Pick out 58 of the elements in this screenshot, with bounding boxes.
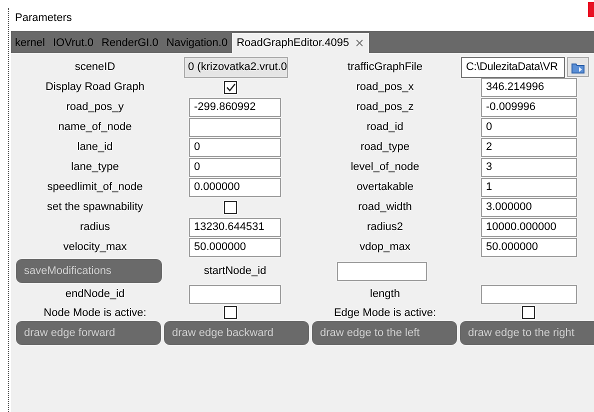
field-label: Node Mode is active: xyxy=(42,306,148,318)
input-field[interactable]: 3.000000 xyxy=(481,198,577,216)
input-field[interactable]: -0.009996 xyxy=(481,98,577,116)
input-field[interactable] xyxy=(189,284,281,304)
close-tab-icon[interactable]: × xyxy=(355,36,364,50)
field-label: road_id xyxy=(366,121,404,133)
folder-icon xyxy=(570,60,586,74)
field-label: lane_id xyxy=(76,141,114,153)
input-field[interactable]: 3 xyxy=(481,158,577,176)
field-label: road_width xyxy=(357,201,413,213)
dropdown[interactable]: 0 (krizovatka2.vrut.0 xyxy=(184,56,288,78)
field-label: length xyxy=(369,288,401,300)
field-label: road_pos_z xyxy=(355,101,415,113)
input-field[interactable] xyxy=(337,262,427,281)
tab[interactable]: RoadGraphEditor.4095 × xyxy=(232,33,369,53)
field-label: velocity_max xyxy=(62,241,128,253)
checkbox[interactable] xyxy=(224,200,237,214)
field-label: radius2 xyxy=(366,221,404,233)
input-field[interactable]: 0 xyxy=(481,118,577,136)
field-label: road_type xyxy=(360,141,410,153)
input-field[interactable]: 50.000000 xyxy=(481,238,577,256)
field-label: overtakable xyxy=(356,181,414,193)
tab[interactable]: IOVrut.0 xyxy=(48,33,98,53)
input-field[interactable]: 10000.000000 xyxy=(481,218,577,236)
field-label: name_of_node xyxy=(57,121,133,133)
field-label: sceneID xyxy=(74,61,116,73)
input-field[interactable]: 0 xyxy=(189,138,281,156)
input-field[interactable] xyxy=(189,118,281,136)
checkbox[interactable] xyxy=(224,80,237,94)
field-label: road_pos_y xyxy=(65,101,125,113)
field-label: lane_type xyxy=(70,161,120,173)
input-field[interactable] xyxy=(481,284,577,304)
input-field[interactable]: 1 xyxy=(481,178,577,196)
input-field[interactable]: 50.000000 xyxy=(189,238,281,256)
tab[interactable]: Navigation.0 xyxy=(162,33,232,53)
input-field[interactable]: 13230.644531 xyxy=(189,218,281,236)
field-label: road_pos_x xyxy=(355,81,415,93)
input-field[interactable]: 2 xyxy=(481,138,577,156)
input-field[interactable]: -299.860992 xyxy=(189,98,281,116)
field-label: startNode_id xyxy=(202,265,268,277)
input-field[interactable]: 0.000000 xyxy=(189,178,281,196)
tab[interactable]: RenderGI.0 xyxy=(98,33,162,53)
field-label: set the spawnability xyxy=(46,201,144,213)
browse-button[interactable] xyxy=(567,57,589,77)
field-label: level_of_node xyxy=(350,161,420,173)
field-label: Display Road Graph xyxy=(44,81,146,93)
field-label: endNode_id xyxy=(64,288,126,300)
field-label: Edge Mode is active: xyxy=(332,306,438,318)
field-label: radius xyxy=(79,221,111,233)
file-path-field[interactable]: C:\DulezitaData\VR xyxy=(461,56,565,78)
field-label: speedlimit_of_node xyxy=(46,181,144,193)
input-field[interactable]: 346.214996 xyxy=(481,78,577,96)
checkbox[interactable] xyxy=(522,306,535,319)
tab[interactable]: kernel xyxy=(11,33,49,53)
field-label: vdop_max xyxy=(358,241,412,253)
input-field[interactable]: 0 xyxy=(189,158,281,176)
window-title: Parameters xyxy=(15,11,72,26)
checkbox[interactable] xyxy=(224,306,237,319)
